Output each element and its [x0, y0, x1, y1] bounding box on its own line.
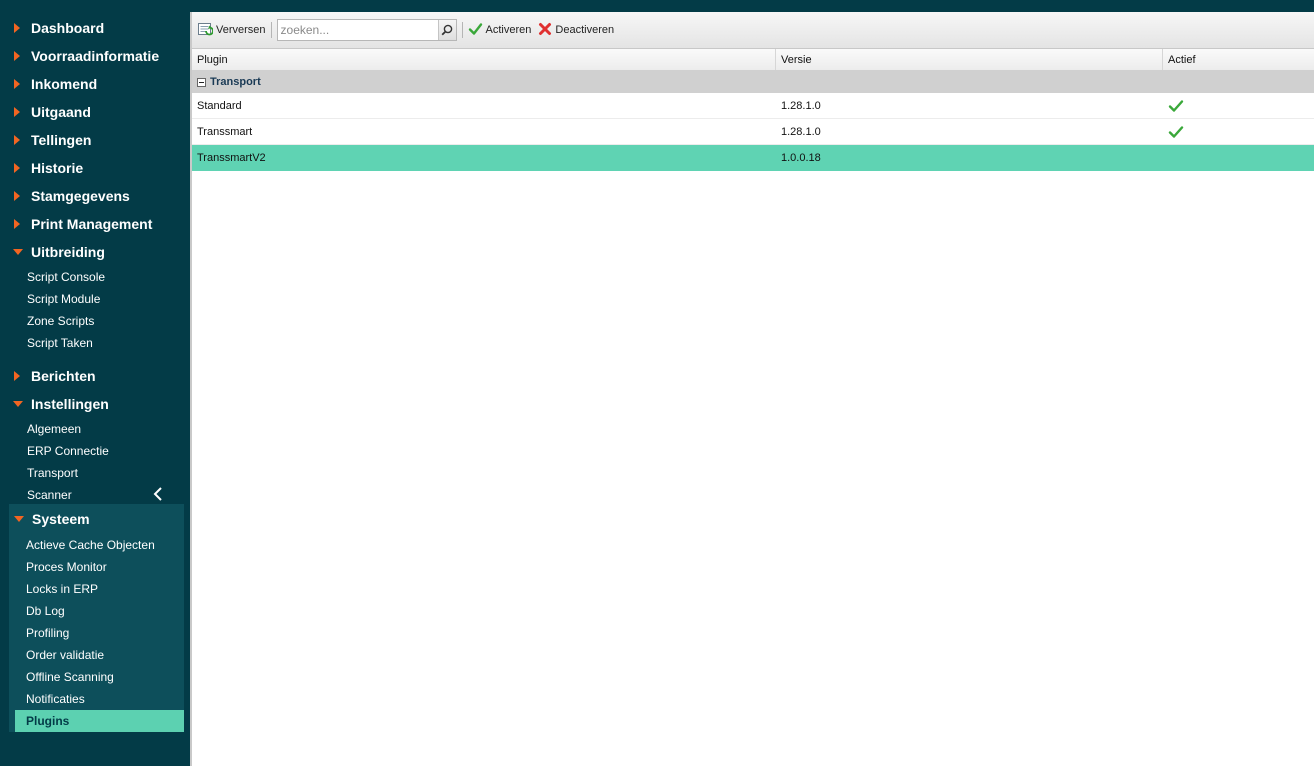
nav-section-label: Instellingen [31, 396, 109, 412]
nav-item-profiling[interactable]: Profiling [9, 622, 184, 644]
caret-right-icon [14, 107, 20, 117]
grid-header: Plugin Versie Actief [192, 49, 1314, 71]
nav-stamgegevens[interactable]: Stamgegevens [0, 182, 184, 210]
nav-section-label: Berichten [31, 368, 96, 384]
caret-right-icon [14, 23, 20, 33]
nav-item-plugins[interactable]: Plugins [15, 710, 184, 732]
nav-item-order-validatie[interactable]: Order validatie [9, 644, 184, 666]
nav-systeem[interactable]: Systeem [9, 504, 184, 534]
nav-berichten[interactable]: Berichten [0, 362, 184, 390]
nav-dashboard[interactable]: Dashboard [0, 14, 184, 42]
cell-plugin: TranssmartV2 [197, 152, 266, 164]
refresh-icon [197, 21, 214, 40]
systeem-panel: Systeem Actieve Cache Objecten Proces Mo… [9, 504, 184, 732]
nav-voorraadinformatie[interactable]: Voorraadinformatie [0, 42, 184, 70]
nav-item-locks-in-erp[interactable]: Locks in ERP [9, 578, 184, 600]
nav-item-erp-connectie[interactable]: ERP Connectie [0, 440, 184, 462]
cell-actief [1163, 93, 1314, 118]
cell-versie: 1.28.1.0 [781, 100, 821, 112]
cell-plugin: Standard [197, 100, 242, 112]
nav-section-label: Historie [31, 160, 84, 176]
cell-versie: 1.0.0.18 [781, 152, 821, 164]
table-row[interactable]: Transsmart 1.28.1.0 [192, 119, 1314, 145]
caret-right-icon [14, 219, 20, 229]
nav-uitgaand[interactable]: Uitgaand [0, 98, 184, 126]
column-header-plugin[interactable]: Plugin [192, 49, 776, 70]
nav-section-label: Dashboard [31, 20, 105, 36]
caret-down-icon [13, 401, 23, 407]
refresh-button[interactable]: Verversen [197, 19, 266, 41]
caret-down-icon [13, 249, 23, 255]
nav-item-actieve-cache-objecten[interactable]: Actieve Cache Objecten [9, 534, 184, 556]
collapse-sidebar-chevron-left-icon[interactable] [150, 485, 166, 503]
nav-uitbreiding[interactable]: Uitbreiding [0, 238, 184, 266]
sidebar: Dashboard Voorraadinformatie Inkomend Ui… [0, 0, 184, 766]
nav-item-algemeen[interactable]: Algemeen [0, 418, 184, 440]
group-label: Transport [210, 76, 261, 88]
nav-section-label: Stamgegevens [31, 188, 130, 204]
nav-print-management[interactable]: Print Management [0, 210, 184, 238]
nav-item-script-console[interactable]: Script Console [0, 266, 184, 288]
nav-item-script-module[interactable]: Script Module [0, 288, 184, 310]
caret-right-icon [14, 371, 20, 381]
nav-item-proces-monitor[interactable]: Proces Monitor [9, 556, 184, 578]
nav-section-label: Tellingen [31, 132, 92, 148]
toolbar-separator [270, 22, 272, 38]
check-icon [468, 22, 483, 39]
cell-actief [1163, 145, 1314, 170]
nav-item-script-taken[interactable]: Script Taken [0, 332, 184, 354]
search-input[interactable] [277, 20, 438, 40]
cell-actief [1163, 119, 1314, 144]
caret-right-icon [14, 51, 20, 61]
activate-label: Activeren [485, 24, 532, 36]
table-row[interactable]: Standard 1.28.1.0 [192, 93, 1314, 119]
nav-item-offline-scanning[interactable]: Offline Scanning [9, 666, 184, 688]
caret-right-icon [14, 135, 20, 145]
search-box [276, 19, 457, 41]
activate-button[interactable]: Activeren [468, 19, 532, 41]
main-panel: Verversen Activeren [190, 12, 1314, 766]
caret-right-icon [14, 79, 20, 89]
uitbreiding-items: Script Console Script Module Zone Script… [0, 266, 184, 362]
active-check-icon [1168, 99, 1184, 112]
caret-right-icon [14, 163, 20, 173]
cross-icon [538, 22, 552, 39]
nav-section-label: Uitbreiding [31, 244, 105, 260]
nav-tellingen[interactable]: Tellingen [0, 126, 184, 154]
nav-section-label: Uitgaand [31, 104, 91, 120]
cell-plugin: Transsmart [197, 126, 253, 138]
cell-versie: 1.28.1.0 [781, 126, 821, 138]
nav-section-label: Print Management [31, 216, 153, 232]
caret-down-icon [14, 516, 24, 522]
column-header-actief[interactable]: Actief [1163, 49, 1314, 70]
nav-item-db-log[interactable]: Db Log [9, 600, 184, 622]
magnifier-icon [441, 24, 453, 36]
search-button[interactable] [437, 20, 456, 40]
group-row-transport[interactable]: Transport [192, 71, 1314, 93]
refresh-label: Verversen [216, 24, 266, 36]
deactivate-button[interactable]: Deactiveren [538, 19, 614, 41]
nav-section-label: Systeem [32, 511, 90, 527]
toolbar: Verversen Activeren [192, 12, 1314, 49]
table-row-selected[interactable]: TranssmartV2 1.0.0.18 [192, 145, 1314, 171]
nav-item-transport[interactable]: Transport [0, 462, 184, 484]
nav-inkomend[interactable]: Inkomend [0, 70, 184, 98]
nav-instellingen[interactable]: Instellingen [0, 390, 184, 418]
deactivate-label: Deactiveren [555, 24, 615, 36]
nav-section-label: Voorraadinformatie [31, 48, 160, 64]
collapse-minus-icon[interactable] [197, 77, 206, 87]
caret-right-icon [14, 191, 20, 201]
nav-section-label: Inkomend [31, 76, 98, 92]
nav-historie[interactable]: Historie [0, 154, 184, 182]
nav-item-zone-scripts[interactable]: Zone Scripts [0, 310, 184, 332]
nav-item-notificaties[interactable]: Notificaties [9, 688, 184, 710]
column-header-versie[interactable]: Versie [776, 49, 1163, 70]
active-check-icon [1168, 125, 1184, 138]
toolbar-separator [461, 22, 463, 38]
